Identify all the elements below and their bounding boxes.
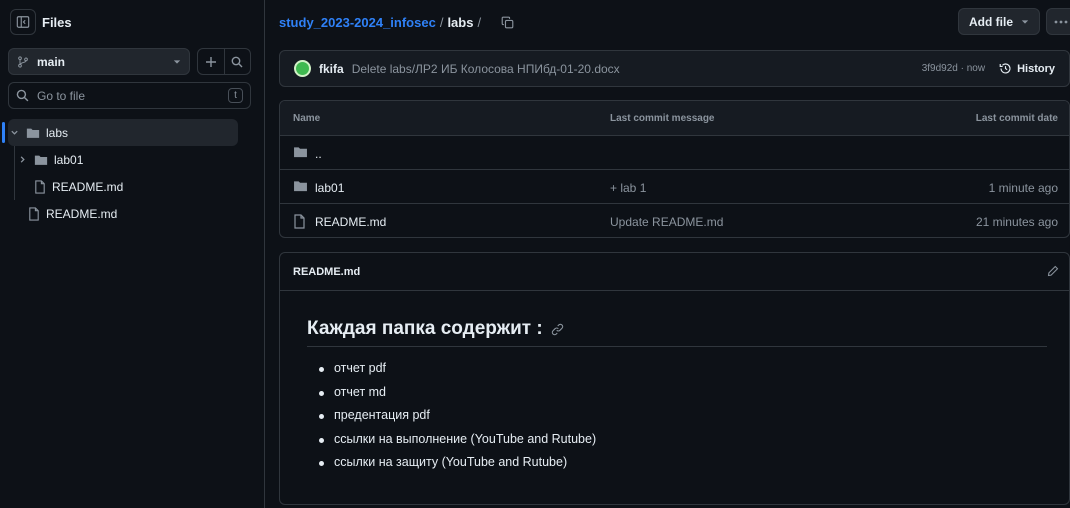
add-file-dropdown-button[interactable]: Add file (958, 8, 1040, 35)
pencil-icon (1047, 265, 1059, 277)
commit-message[interactable]: Delete labs/ЛР2 ИБ Колосова НПИбд-01-20.… (352, 62, 922, 76)
list-item: предентация pdf (319, 408, 1047, 432)
file-icon (34, 179, 46, 194)
folder-icon (293, 180, 308, 192)
folder-icon (293, 146, 308, 158)
tree-item-lab01[interactable]: lab01 (0, 146, 265, 173)
column-header-name: Name (293, 113, 321, 124)
readme-content: Каждая папка содержит : отчет pdf отчет … (307, 318, 1047, 479)
tree-item-label: lab01 (54, 152, 84, 167)
history-button[interactable]: History (999, 62, 1055, 75)
file-icon (28, 206, 40, 221)
avatar[interactable] (294, 60, 311, 77)
readme-panel: README.md Каждая папка содержит : отчет … (279, 252, 1070, 505)
file-table: Name Last commit message Last commit dat… (279, 100, 1070, 238)
add-file-button[interactable] (198, 49, 224, 74)
link-icon[interactable] (551, 323, 564, 336)
file-tree-sidebar: Files main t (0, 0, 265, 508)
commit-sha-time[interactable]: 3f9d92d · now (922, 63, 985, 74)
history-label: History (1017, 62, 1055, 75)
table-row-parent-dir[interactable]: .. (280, 136, 1069, 170)
add-file-label: Add file (969, 14, 1013, 29)
file-commit-message[interactable]: + lab 1 (610, 181, 646, 195)
readme-list: отчет pdf отчет md предентация pdf ссылк… (307, 361, 1047, 479)
breadcrumb-separator: / (439, 14, 444, 30)
latest-commit-bar: fkifa Delete labs/ЛР2 ИБ Колосова НПИбд-… (279, 50, 1070, 87)
branch-name: main (37, 54, 66, 69)
go-to-file-input[interactable] (37, 88, 228, 103)
readme-header: README.md (280, 253, 1069, 291)
copy-path-button[interactable] (501, 16, 514, 29)
file-commit-date: 21 minutes ago (975, 215, 1058, 229)
tree-item-labs[interactable]: labs (2, 119, 238, 146)
collapse-sidebar-button[interactable] (10, 9, 36, 35)
search-files-button[interactable] (223, 49, 251, 74)
git-branch-icon (18, 55, 28, 68)
folder-icon (34, 154, 48, 166)
tree-item-label: README.md (46, 206, 118, 221)
file-actions-group (197, 48, 251, 75)
copy-icon (501, 16, 514, 28)
shortcut-hint: t (228, 88, 243, 103)
readme-heading-text: Каждая папка содержит : (307, 318, 543, 339)
caret-down-icon (1021, 19, 1029, 24)
file-name[interactable]: lab01 (315, 181, 344, 195)
chevron-down-icon[interactable] (8, 128, 20, 137)
sidebar-collapse-icon (16, 16, 30, 28)
list-item: отчет md (319, 385, 1047, 409)
list-item: отчет pdf (319, 361, 1047, 385)
file-tree: labs lab01 README.md README.md (0, 119, 265, 227)
file-commit-message[interactable]: Update README.md (610, 215, 723, 229)
search-icon (16, 89, 29, 102)
sidebar-title: Files (42, 14, 72, 30)
list-item: ссылки на выполнение (YouTube and Rutube… (319, 432, 1047, 456)
column-header-date: Last commit date (975, 113, 1058, 124)
tree-item-label: README.md (52, 179, 124, 194)
readme-title[interactable]: README.md (293, 266, 360, 278)
tree-item-readme-root[interactable]: README.md (0, 200, 265, 227)
sidebar-header: Files (10, 9, 72, 35)
breadcrumb: study_2023-2024_infosec / labs / (279, 9, 514, 35)
more-options-button[interactable] (1046, 8, 1070, 35)
go-to-file-box: t (8, 82, 251, 109)
table-row[interactable]: README.md Update README.md 21 minutes ag… (280, 204, 1069, 237)
table-row[interactable]: lab01 + lab 1 1 minute ago (280, 170, 1069, 204)
file-icon (293, 214, 306, 229)
branch-selector-button[interactable]: main (8, 48, 190, 75)
search-icon (231, 56, 243, 67)
column-header-message: Last commit message (610, 113, 715, 124)
file-commit-date: 1 minute ago (988, 181, 1058, 195)
tree-item-readme-nested[interactable]: README.md (0, 173, 265, 200)
commit-author[interactable]: fkifa (319, 62, 344, 76)
folder-open-icon (26, 127, 40, 139)
readme-heading: Каждая папка содержит : (307, 318, 1047, 347)
file-name[interactable]: .. (315, 147, 322, 161)
history-icon (999, 63, 1011, 74)
breadcrumb-current: labs (447, 14, 474, 30)
plus-icon (205, 56, 216, 67)
breadcrumb-separator: / (477, 14, 482, 30)
caret-down-icon (173, 59, 181, 64)
file-table-header: Name Last commit message Last commit dat… (280, 101, 1069, 136)
kebab-horizontal-icon (1054, 20, 1068, 23)
tree-item-label: labs (46, 125, 69, 140)
chevron-right-icon[interactable] (16, 155, 28, 164)
breadcrumb-repo-link[interactable]: study_2023-2024_infosec (279, 15, 436, 30)
list-item: ссылки на защиту (YouTube and Rutube) (319, 455, 1047, 479)
file-name[interactable]: README.md (315, 215, 386, 229)
edit-readme-button[interactable] (1047, 265, 1059, 277)
